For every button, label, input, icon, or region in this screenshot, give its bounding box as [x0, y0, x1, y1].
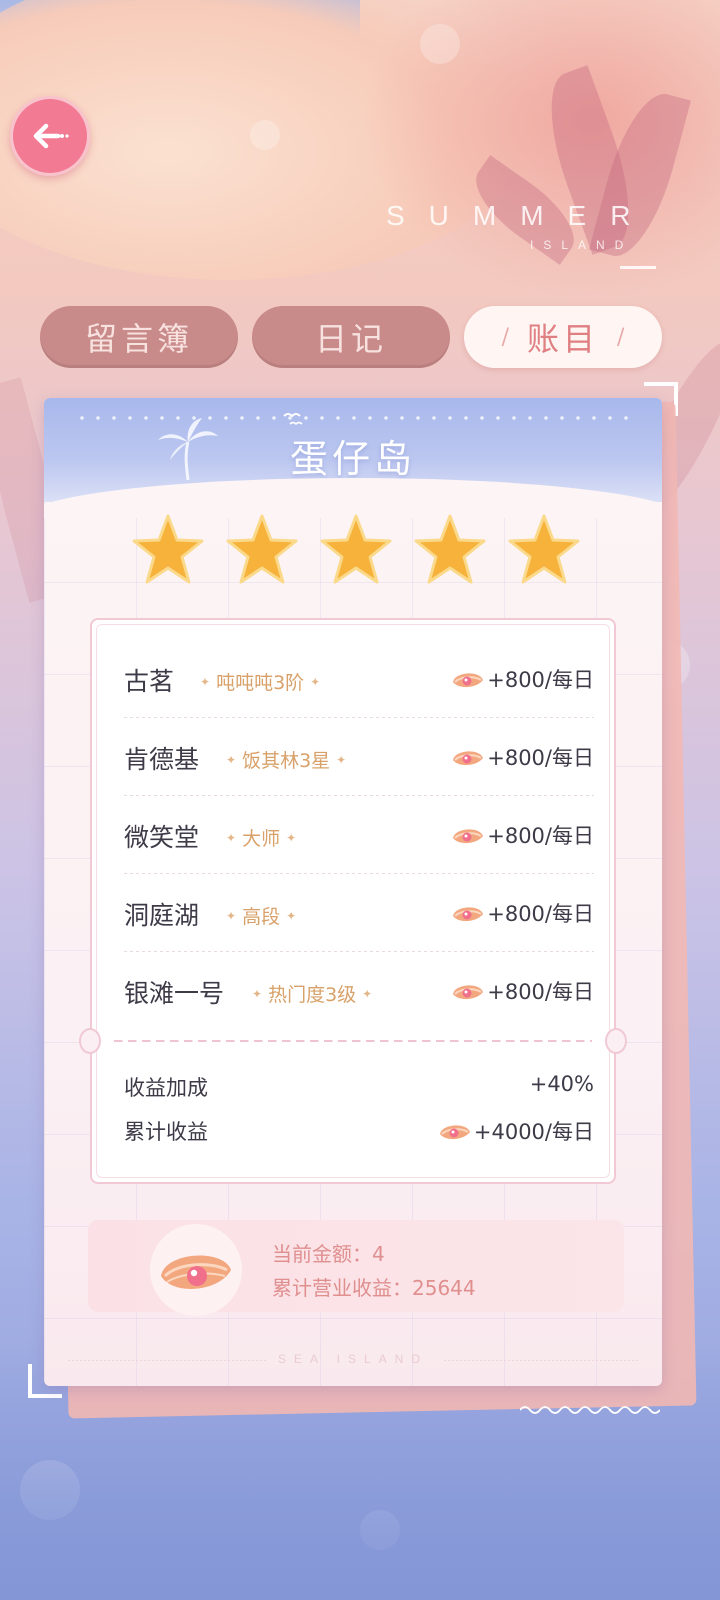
total-business-income: 累计营业收益：25644	[272, 1276, 476, 1300]
tab-accounts[interactable]: / 账目 /	[464, 306, 662, 368]
list-item: 微笑堂 ✦ 大师 ✦ +800/每日	[124, 796, 594, 874]
tab-diary[interactable]: 日记	[252, 306, 450, 368]
ledger-table: 古茗 ✦ 吨吨吨3阶 ✦ +800/每日 肯德基 ✦ 饭其林3星 ✦ +800/每日 微…	[79, 618, 627, 1184]
pearl-shell-icon	[439, 1125, 470, 1140]
list-item: 洞庭湖 ✦ 高段 ✦ +800/每日	[124, 874, 594, 952]
shop-tag: ✦ 饭其林3星 ✦	[226, 750, 347, 772]
summer-watermark: SUMMER	[386, 200, 655, 231]
pearl-shell-icon	[161, 1255, 231, 1289]
shop-name: 肯德基	[124, 745, 200, 774]
bonus-label: 收益加成	[124, 1076, 208, 1100]
pearl-shell-icon	[453, 829, 484, 844]
shop-tag: ✦ 吨吨吨3阶 ✦	[200, 672, 321, 694]
shop-name: 微笑堂	[124, 823, 200, 852]
income-value: +800/每日	[451, 742, 594, 772]
star-icon	[508, 514, 580, 584]
shop-name: 古茗	[124, 667, 175, 696]
sea-island-footer: SEA ISLAND	[277, 1352, 429, 1366]
total-row: 累计收益 +4000/每日	[124, 1116, 594, 1156]
sparkle-icon: ✦	[200, 675, 211, 689]
income-value: +800/每日	[451, 898, 594, 928]
star-icon	[320, 514, 392, 584]
income-value: +800/每日	[451, 664, 594, 694]
bubble-decor	[250, 120, 280, 150]
sparkle-icon: ✦	[286, 831, 297, 845]
shop-tag: ✦ 大师 ✦	[226, 828, 297, 850]
back-arrow-icon	[33, 123, 69, 149]
island-watermark: ISLAND	[530, 238, 634, 252]
bubble-decor	[420, 24, 460, 64]
pearl-shell-icon	[453, 907, 484, 922]
ledger-card: 蛋仔岛 古茗 ✦ 吨吨吨3阶 ✦ +800/每日 肯德基 ✦ 饭其林3星 ✦ +…	[44, 398, 662, 1386]
sparkle-icon: ✦	[226, 753, 237, 767]
pearl-badge	[150, 1224, 242, 1316]
income-value: +800/每日	[451, 820, 594, 850]
sparkle-icon: ✦	[252, 987, 263, 1001]
island-title: 蛋仔岛	[289, 437, 416, 481]
rating-stars	[130, 512, 590, 592]
sparkle-icon: ✦	[226, 831, 237, 845]
sparkle-icon: ✦	[362, 987, 373, 1001]
shop-name: 洞庭湖	[124, 901, 200, 930]
tab-label: 账目	[526, 320, 599, 358]
shop-name: 银滩一号	[124, 979, 225, 1008]
ticket-notch	[605, 1028, 627, 1054]
list-item: 银滩一号 ✦ 热门度3级 ✦ +800/每日	[124, 952, 594, 1030]
watermark-line	[620, 266, 656, 269]
wave-squiggle-icon	[520, 1406, 660, 1414]
total-value: +4000/每日	[438, 1116, 594, 1146]
tab-label: 留言簿	[84, 320, 193, 358]
back-button[interactable]	[10, 96, 90, 176]
pearl-shell-icon	[453, 751, 484, 766]
pearl-shell-icon	[453, 673, 484, 688]
shop-tag: ✦ 高段 ✦	[226, 906, 297, 928]
dashed-separator	[114, 1040, 592, 1042]
tab-bar: 留言簿 日记 / 账目 /	[40, 306, 664, 368]
star-icon	[414, 514, 486, 584]
pearl-shell-icon	[453, 985, 484, 1000]
shop-tag: ✦ 热门度3级 ✦	[252, 984, 373, 1006]
current-amount: 当前金额：4	[272, 1242, 385, 1266]
sparkle-icon: ✦	[286, 909, 297, 923]
slash-decor-icon: /	[501, 324, 509, 350]
star-icon	[226, 514, 298, 584]
ticket-notch	[79, 1028, 101, 1054]
tab-guestbook[interactable]: 留言簿	[40, 306, 238, 368]
sparkle-icon: ✦	[310, 675, 321, 689]
tab-label: 日记	[314, 320, 387, 358]
list-item: 肯德基 ✦ 饭其林3星 ✦ +800/每日	[124, 718, 594, 796]
card-header: 蛋仔岛	[44, 398, 662, 518]
income-value: +800/每日	[451, 976, 594, 1006]
sparkle-icon: ✦	[336, 753, 347, 767]
bonus-row: 收益加成 +40%	[124, 1072, 594, 1112]
slash-decor-icon: /	[617, 324, 625, 350]
star-icon	[132, 514, 204, 584]
list-item: 古茗 ✦ 吨吨吨3阶 ✦ +800/每日	[124, 640, 594, 718]
balance-panel: 当前金额：4 累计营业收益：25644	[88, 1220, 624, 1316]
bonus-value: +40%	[529, 1072, 594, 1096]
sparkle-icon: ✦	[226, 909, 237, 923]
total-label: 累计收益	[124, 1120, 208, 1144]
